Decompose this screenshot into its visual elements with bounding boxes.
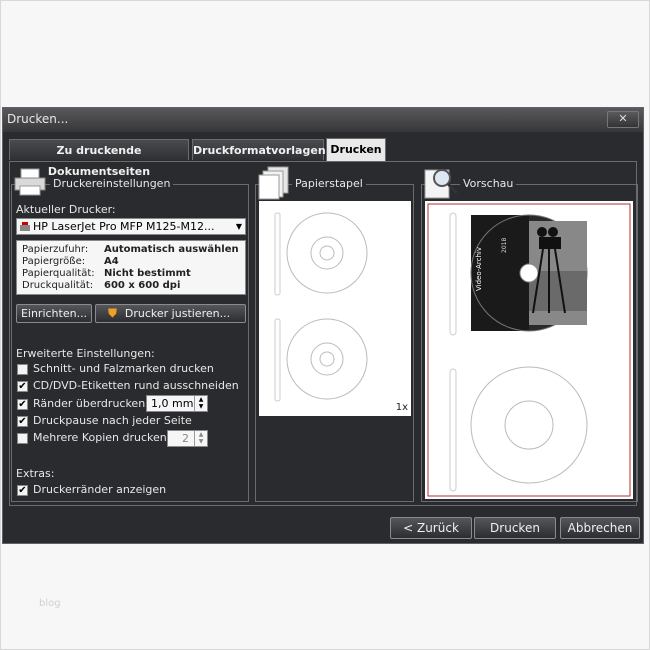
window-title: Drucken... — [7, 112, 69, 126]
spin-arrows-icon[interactable]: ▲ ▼ — [194, 431, 207, 446]
printer-small-icon — [20, 222, 30, 231]
copies-value: 2 — [182, 432, 189, 445]
copies-stepper[interactable]: 2 ▲ ▼ — [167, 430, 208, 447]
back-button[interactable]: < Zurück — [390, 517, 472, 539]
label-sheet-drawing — [274, 212, 368, 402]
info-key: Papierqualität: — [22, 268, 95, 279]
info-value: A4 — [104, 256, 119, 267]
info-value: Automatisch auswählen — [104, 244, 239, 255]
info-key: Papiergröße: — [22, 256, 86, 267]
spin-arrows-icon[interactable]: ▲ ▼ — [194, 396, 207, 411]
tab-document-pages[interactable]: Zu druckende Dokumentseiten — [9, 139, 189, 178]
printer-select[interactable]: HP LaserJet Pro MFP M125-M12... ▼ — [16, 218, 246, 235]
print-button[interactable]: Drucken — [474, 517, 556, 539]
shield-icon: ⛊ — [108, 306, 118, 320]
advanced-settings-label: Erweiterte Einstellungen: — [16, 347, 155, 360]
close-button[interactable]: ✕ — [607, 111, 639, 128]
option-show-margins-label: Druckerränder anzeigen — [33, 483, 167, 496]
printer-name: HP LaserJet Pro MFP M125-M12... — [33, 220, 215, 233]
paper-stack-icon — [258, 166, 289, 200]
preview-drawing — [427, 203, 631, 497]
printer-settings-title: Druckereinstellungen — [50, 177, 174, 190]
info-key: Druckqualität: — [22, 280, 94, 291]
tab-print-templates[interactable]: Druckformatvorlagen — [192, 139, 326, 160]
checkbox-pause[interactable]: ✔ — [17, 416, 28, 427]
print-dialog: Drucken... ✕ Zu druckende Dokumentseiten… — [2, 107, 644, 544]
tab-print[interactable]: Drucken — [326, 138, 386, 161]
option-pause-label: Druckpause nach jeder Seite — [33, 414, 192, 427]
checkbox-round-cut[interactable]: ✔ — [17, 381, 28, 392]
printer-info-box: Papierzufuhr: Automatisch auswählen Papie… — [16, 240, 246, 295]
paper-stack-title: Papierstapel — [292, 177, 366, 190]
magnifier-icon — [424, 169, 459, 199]
checkbox-overprint-margins[interactable]: ✔ — [17, 399, 28, 410]
info-value: 600 x 600 dpi — [104, 280, 181, 291]
info-key: Papierzufuhr: — [22, 244, 89, 255]
adjust-printer-label: Drucker justieren... — [124, 307, 231, 320]
option-overprint-label: Ränder überdrucken — [33, 397, 146, 410]
info-value: Nicht bestimmt — [104, 268, 191, 279]
copy-count: 1x — [395, 402, 408, 413]
margin-value: 1,0 mm — [151, 397, 194, 410]
margin-stepper[interactable]: 1,0 mm ▲ ▼ — [146, 395, 208, 412]
title-bar: Drucken... ✕ — [3, 108, 643, 132]
option-cut-marks-label: Schnitt- und Falzmarken drucken — [33, 362, 214, 375]
checkbox-cut-marks[interactable] — [17, 364, 28, 375]
cancel-button[interactable]: Abbrechen — [560, 517, 640, 539]
disc-label: Video-Archiv — [475, 247, 483, 291]
chevron-down-icon: ▼ — [235, 222, 242, 231]
printer-icon — [14, 168, 46, 196]
watermark-text: blog — [39, 598, 61, 609]
adjust-printer-button[interactable]: ⛊ Drucker justieren... — [95, 304, 246, 323]
disc-year: 2018 — [501, 237, 508, 253]
extras-label: Extras: — [16, 467, 55, 480]
preview-page: Video-Archiv 2018 — [425, 201, 633, 499]
current-printer-label: Aktueller Drucker: — [16, 203, 116, 216]
checkbox-copies[interactable] — [17, 433, 28, 444]
checkbox-show-margins[interactable]: ✔ — [17, 485, 28, 496]
paper-stack-page[interactable]: 1x — [259, 201, 411, 416]
option-round-cut-label: CD/DVD-Etiketten rund ausschneiden — [33, 379, 239, 392]
option-copies-label: Mehrere Kopien drucken — [33, 431, 167, 444]
setup-button[interactable]: Einrichten... — [16, 304, 92, 323]
preview-title: Vorschau — [460, 177, 517, 190]
